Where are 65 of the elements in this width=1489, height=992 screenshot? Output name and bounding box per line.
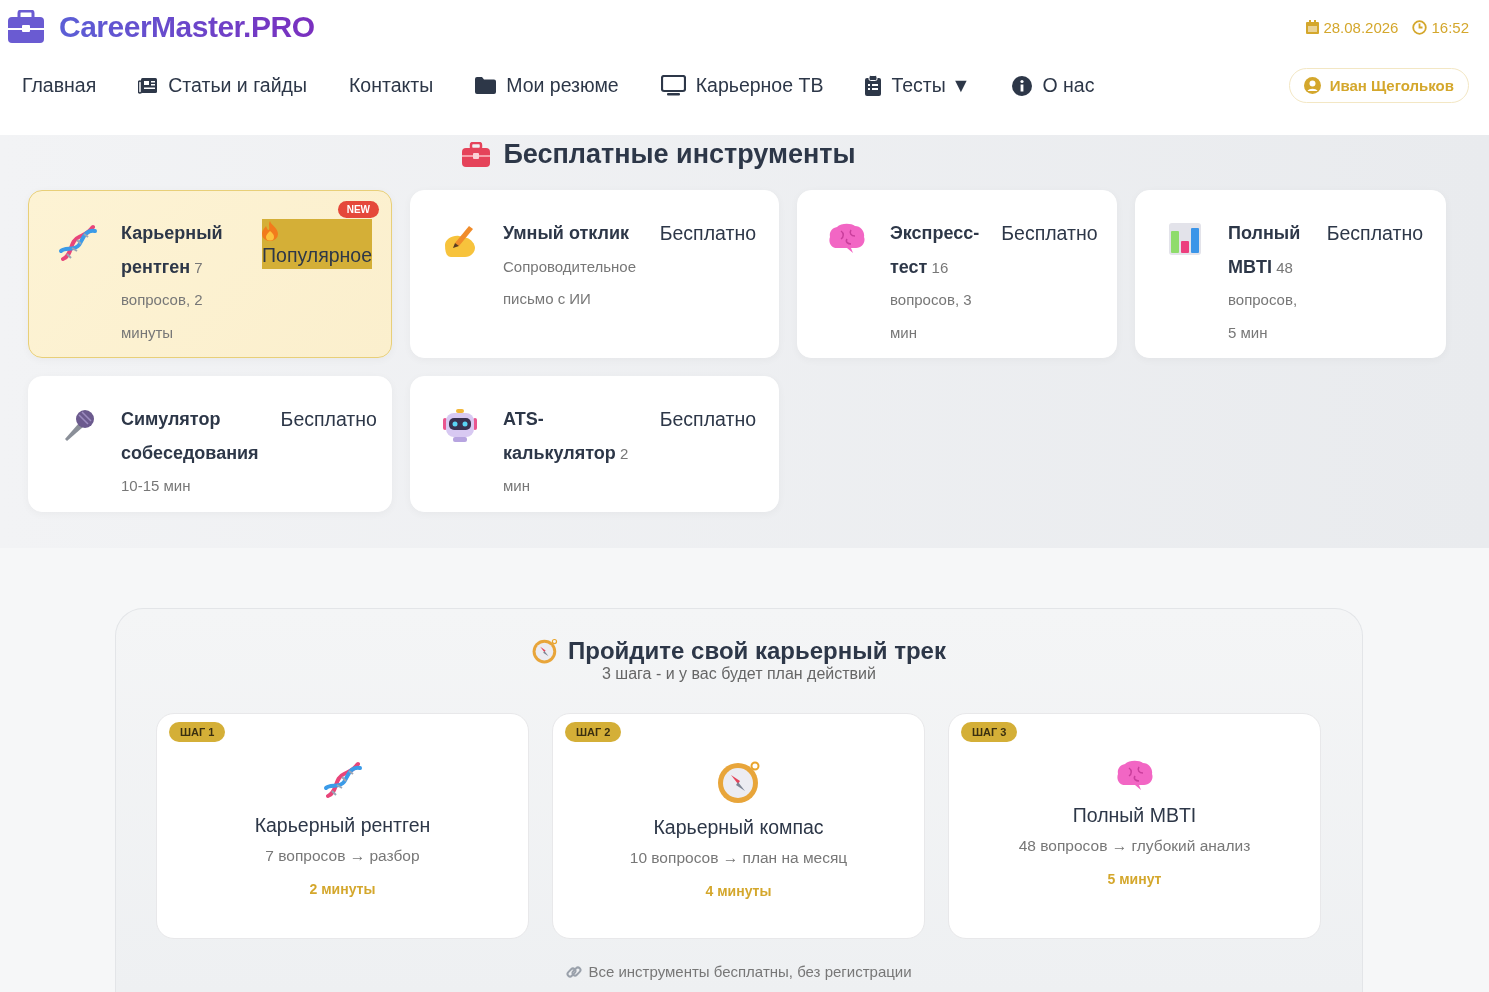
nav-link[interactable]: Контакты xyxy=(349,74,434,97)
tool-card[interactable]: Экспресс-тест 16 вопросов, 3 мин Бесплатно xyxy=(797,190,1117,358)
tool-card[interactable]: NEW Карьерный рентген 7 вопросов, 2 минуты Популярное xyxy=(28,190,392,358)
section-title: Бесплатные инструменты xyxy=(503,139,856,170)
date-text: 28.08.2026 xyxy=(1323,18,1399,36)
price-label: Бесплатно xyxy=(659,221,756,246)
step-description: 7 вопросов → разбор xyxy=(265,847,420,865)
time-text: 16:52 xyxy=(1431,18,1469,36)
tool-description: Карьерный рентген 7 вопросов, 2 минуты xyxy=(121,222,224,343)
nav-link[interactable]: Главная xyxy=(22,74,97,97)
section-subtitle: 3 шага - и у вас будет план действий xyxy=(601,665,877,683)
tool-card[interactable]: Полный MBTI 48 вопросов, 5 мин Бесплатно xyxy=(1135,190,1446,358)
step-card[interactable]: ШАГ 1 Карьерный рентген 7 вопросов → разбор 2 минуты xyxy=(156,713,529,939)
calendar-icon xyxy=(1306,20,1320,34)
step-duration: 2 минуты xyxy=(309,881,376,897)
step-duration: 5 минут xyxy=(1107,871,1162,887)
tool-description: Экспресс-тест 16 вопросов, 3 мин xyxy=(890,222,980,343)
step-card[interactable]: ШАГ 3 Полный MBTI 48 вопросов → глубокий анализ 5 минут xyxy=(948,713,1321,939)
tool-description: Симулятор собеседования 10-15 мин xyxy=(121,408,259,496)
price-label: Бесплатно xyxy=(659,407,756,432)
step-duration: 4 минуты xyxy=(705,883,772,899)
newspaper-icon xyxy=(138,77,159,94)
compass-icon xyxy=(716,760,761,804)
tool-description: Умный отклик Сопроводительное письмо с ИИ xyxy=(503,222,637,309)
tool-description: Полный MBTI 48 вопросов, 5 мин xyxy=(1228,222,1302,343)
tool-card[interactable]: Симулятор собеседования 10-15 мин Бесплатно xyxy=(28,376,392,512)
info-icon xyxy=(1012,75,1033,96)
price-label: Бесплатно xyxy=(1001,221,1098,246)
link-icon xyxy=(566,963,583,980)
tool-card[interactable]: Умный отклик Сопроводительное письмо с ИИ Бесплатно xyxy=(410,190,779,358)
nav-link[interactable]: Мои резюме xyxy=(475,74,619,97)
nav-link[interactable]: Статьи и гайды xyxy=(138,74,307,97)
price-label: Бесплатно xyxy=(1326,221,1423,246)
step-title: Карьерный рентген xyxy=(254,814,431,837)
user-icon xyxy=(1303,77,1321,94)
folder-icon xyxy=(475,77,497,94)
nav-link[interactable]: Карьерное ТВ xyxy=(660,74,824,97)
compass-icon xyxy=(532,638,559,664)
clock-icon xyxy=(1412,19,1428,35)
step-card[interactable]: ШАГ 2 Карьерный компас 10 вопросов → план на месяц 4 минуты xyxy=(552,713,925,939)
tool-description: ATS-калькулятор 2 мин xyxy=(503,408,630,496)
step-badge: ШАГ 2 xyxy=(565,722,622,742)
bar-chart-icon xyxy=(1169,223,1201,255)
flame-icon xyxy=(262,221,278,241)
robot-icon xyxy=(443,409,477,443)
tool-card[interactable]: ATS-калькулятор 2 мин Бесплатно xyxy=(410,376,779,512)
toolbox-icon xyxy=(461,141,492,168)
section-title: Пройдите свой карьерный трек xyxy=(568,637,946,665)
step-title: Карьерный компас xyxy=(653,816,824,839)
price-label: Бесплатно xyxy=(280,407,377,432)
step-badge: ШАГ 3 xyxy=(961,722,1018,742)
briefcase-icon xyxy=(7,10,45,44)
footer-note: Все инструменты бесплатны, без регистрации xyxy=(588,963,912,980)
nav-link[interactable]: Тесты ▼ xyxy=(865,74,971,97)
brain-icon xyxy=(829,223,865,255)
popular-badge: Популярное xyxy=(262,219,372,269)
nav-link[interactable]: О нас xyxy=(1012,74,1095,97)
step-title: Полный MBTI xyxy=(1072,804,1197,827)
step-badge: ШАГ 1 xyxy=(169,722,226,742)
new-badge: NEW xyxy=(337,201,379,218)
monitor-icon xyxy=(660,75,686,96)
brain-icon xyxy=(1116,760,1153,792)
step-description: 48 вопросов → глубокий анализ xyxy=(1018,837,1251,855)
clipboard-icon xyxy=(865,75,882,96)
step-description: 10 вопросов → план на месяц xyxy=(629,849,848,867)
